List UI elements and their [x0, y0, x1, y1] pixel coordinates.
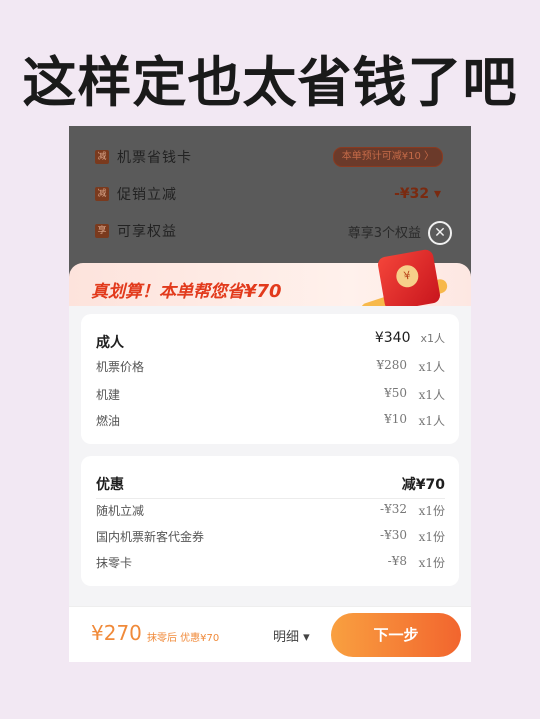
- item-qty: x1人: [418, 360, 445, 374]
- adult-card: 成人 ¥340 x1人 机票价格 ¥280 x1人 机建 ¥50 x1人 燃油 ¥…: [81, 314, 459, 444]
- adult-total-qty: x1人: [420, 332, 445, 345]
- list-item: 抹零卡 -¥8 x1份: [96, 554, 445, 574]
- promo-discount-row[interactable]: 减 促销立减 -¥32 ▾: [69, 176, 471, 212]
- red-envelope-icon: ¥: [376, 248, 442, 312]
- adult-total-value: ¥340: [374, 330, 411, 346]
- discount-card-total: 减¥70: [401, 477, 445, 493]
- list-item: 机票价格 ¥280 x1人: [96, 358, 445, 378]
- item-value: ¥10: [384, 412, 407, 426]
- savings-card-row[interactable]: 减 机票省钱卡 本单预计可减¥10 〉: [69, 139, 471, 175]
- item-value: ¥50: [384, 386, 407, 400]
- detail-toggle[interactable]: 明细 ▾: [273, 626, 310, 645]
- phone-screen: 减 机票省钱卡 本单预计可减¥10 〉 减 促销立减 -¥32 ▾ 享 可享权益…: [69, 126, 471, 662]
- checkout-bar: ¥270 抹零后 优惠¥70 明细 ▾ 下一步: [69, 606, 471, 662]
- total-price: ¥270: [91, 621, 142, 645]
- benefits-row[interactable]: 享 可享权益 尊享3个权益: [69, 213, 471, 249]
- item-label: 燃油: [96, 414, 121, 428]
- item-qty: x1份: [418, 504, 445, 518]
- total-note: 抹零后 优惠¥70: [147, 633, 220, 644]
- list-item: 机建 ¥50 x1人: [96, 386, 445, 406]
- item-value: -¥8: [387, 554, 407, 568]
- item-label: 机建: [96, 388, 121, 402]
- banner-title-text: 真划算！本单帮您省: [91, 282, 244, 302]
- headline: 这样定也太省钱了吧: [22, 51, 518, 114]
- divider: [96, 498, 445, 499]
- promo-discount-value[interactable]: -¥32 ▾: [394, 186, 441, 202]
- item-qty: x1份: [418, 530, 445, 544]
- coin-icon: ¥: [394, 263, 421, 289]
- benefits-value: 尊享3个权益: [347, 225, 421, 241]
- item-qty: x1人: [418, 414, 445, 428]
- discount-card: 优惠 减¥70 随机立减 -¥32 x1份 国内机票新客代金券 -¥30 x1份…: [81, 456, 459, 586]
- list-item: 燃油 ¥10 x1人: [96, 412, 445, 432]
- adult-card-total: ¥340 x1人: [375, 330, 445, 346]
- item-label: 抹零卡: [96, 556, 133, 570]
- benefits-label: 可享权益: [117, 224, 177, 240]
- banner-amount: ¥70: [244, 281, 282, 302]
- savings-card-pill[interactable]: 本单预计可减¥10 〉: [332, 147, 443, 167]
- list-item: 国内机票新客代金券 -¥30 x1份: [96, 528, 445, 548]
- next-step-button[interactable]: 下一步: [331, 613, 461, 657]
- close-icon[interactable]: ✕: [428, 221, 452, 245]
- promo-discount-label: 促销立减: [117, 187, 177, 203]
- item-label: 随机立减: [96, 504, 145, 518]
- item-qty: x1份: [418, 556, 445, 570]
- discount-tag-icon: 减: [95, 150, 109, 164]
- item-value: -¥32: [380, 502, 407, 516]
- item-label: 机票价格: [96, 360, 145, 374]
- list-item: 随机立减 -¥32 x1份: [96, 502, 445, 522]
- savings-card-label: 机票省钱卡: [117, 150, 192, 166]
- discount-tag-icon: 减: [95, 187, 109, 201]
- item-label: 国内机票新客代金券: [96, 530, 205, 544]
- price-detail-area: 成人 ¥340 x1人 机票价格 ¥280 x1人 机建 ¥50 x1人 燃油 ¥…: [69, 306, 471, 606]
- adult-card-title: 成人: [96, 335, 124, 351]
- item-qty: x1人: [418, 388, 445, 402]
- banner-title: 真划算！本单帮您省¥70: [91, 277, 282, 302]
- discount-card-title: 优惠: [96, 477, 124, 493]
- item-value: -¥30: [380, 528, 407, 542]
- benefit-tag-icon: 享: [95, 224, 109, 238]
- item-value: ¥280: [376, 358, 407, 372]
